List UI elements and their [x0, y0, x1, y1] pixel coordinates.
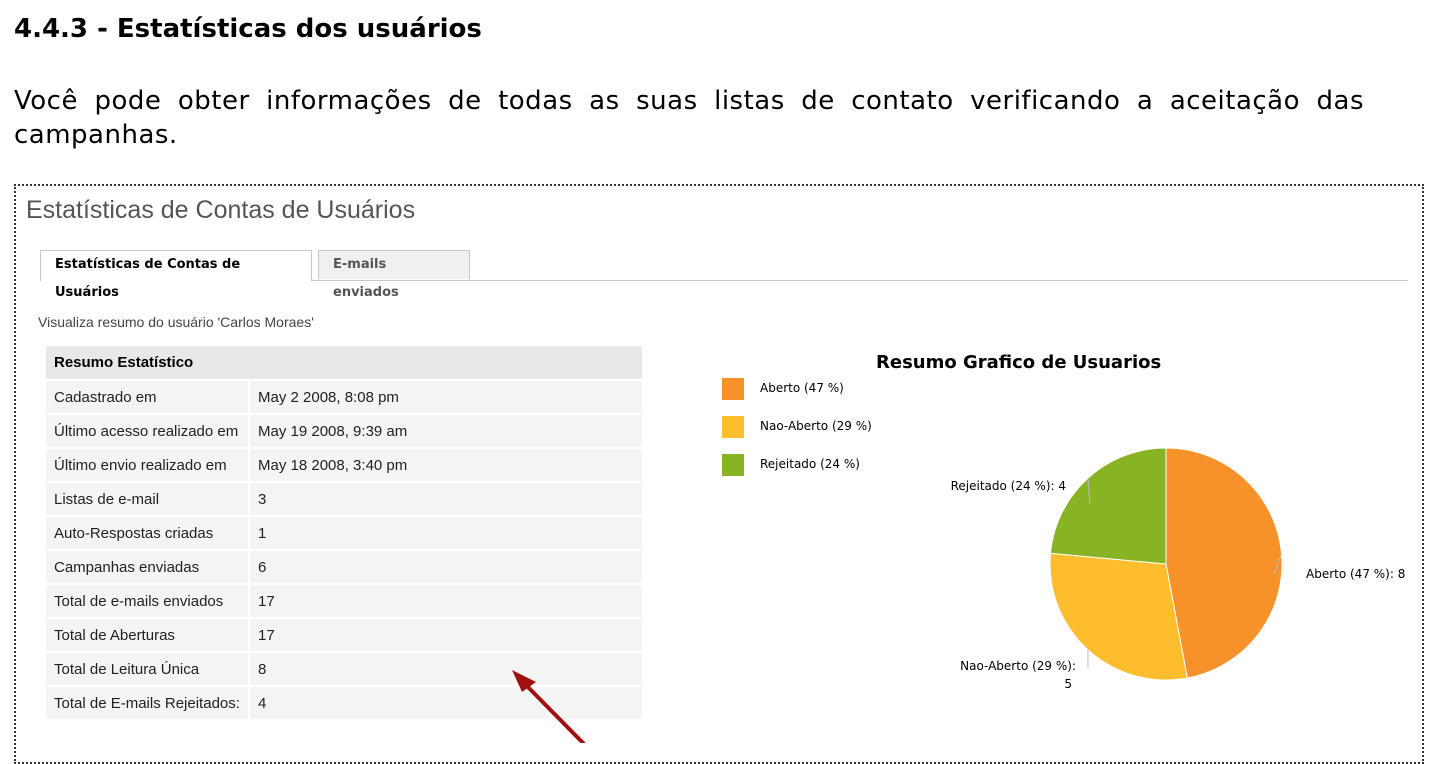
table-row: Último envio realizado emMay 18 2008, 3:… [46, 449, 642, 481]
stat-value: 8 [250, 653, 642, 685]
stat-label: Listas de e-mail [46, 483, 250, 515]
intro-paragraph: Você pode obter informações de todas as … [14, 84, 1364, 152]
pie-slice-rejeitado [1050, 448, 1166, 564]
table-row: Total de Aberturas17 [46, 619, 642, 651]
stat-label: Último acesso realizado em [46, 415, 250, 447]
tab-bar: Estatísticas de Contas de Usuários E-mai… [40, 250, 1408, 281]
stat-label: Campanhas enviadas [46, 551, 250, 583]
pie-slice-label: Nao-Aberto (29 %):5 [960, 659, 1076, 691]
table-row: Listas de e-mail3 [46, 483, 642, 515]
stat-label: Total de E-mails Rejeitados: [46, 687, 250, 719]
stat-label: Auto-Respostas criadas [46, 517, 250, 549]
stats-table-header: Resumo Estatístico [46, 346, 642, 379]
stat-label: Total de e-mails enviados [46, 585, 250, 617]
table-row: Auto-Respostas criadas1 [46, 517, 642, 549]
table-row: Campanhas enviadas6 [46, 551, 642, 583]
stat-value: 17 [250, 585, 642, 617]
user-summary-caption: Visualiza resumo do usuário 'Carlos Mora… [38, 314, 314, 330]
page-title: Estatísticas de Contas de Usuários [26, 196, 415, 225]
pie-chart-panel: Resumo Grafico de Usuarios Aberto (47 %)… [706, 346, 1406, 746]
section-heading: 4.4.3 - Estatísticas dos usuários [14, 14, 482, 44]
tab-sent-emails[interactable]: E-mails enviados [318, 250, 470, 279]
stat-value: May 18 2008, 3:40 pm [250, 449, 642, 481]
stats-summary-table: Resumo Estatístico Cadastrado emMay 2 20… [46, 344, 642, 721]
pie-slice-label: Rejeitado (24 %): 4 [951, 479, 1066, 493]
pie-slice-label: Aberto (47 %): 8 [1306, 567, 1405, 581]
table-row: Total de E-mails Rejeitados:4 [46, 687, 642, 719]
table-row: Cadastrado emMay 2 2008, 8:08 pm [46, 381, 642, 413]
stat-value: 1 [250, 517, 642, 549]
stat-label: Cadastrado em [46, 381, 250, 413]
stat-label: Total de Aberturas [46, 619, 250, 651]
stat-value: 17 [250, 619, 642, 651]
stat-label: Último envio realizado em [46, 449, 250, 481]
stat-value: May 2 2008, 8:08 pm [250, 381, 642, 413]
table-row: Total de Leitura Única8 [46, 653, 642, 685]
stat-value: 4 [250, 687, 642, 719]
tab-user-account-stats[interactable]: Estatísticas de Contas de Usuários [40, 250, 312, 281]
stat-value: 6 [250, 551, 642, 583]
stat-value: May 19 2008, 9:39 am [250, 415, 642, 447]
app-screenshot-frame: Estatísticas de Contas de Usuários Estat… [14, 184, 1424, 764]
table-row: Último acesso realizado emMay 19 2008, 9… [46, 415, 642, 447]
pie-chart: Aberto (47 %): 8 Nao-Aberto (29 %):5 Rejei… [706, 346, 1406, 746]
table-row: Total de e-mails enviados17 [46, 585, 642, 617]
stat-label: Total de Leitura Única [46, 653, 250, 685]
pie-slice-aberto [1166, 448, 1282, 678]
stat-value: 3 [250, 483, 642, 515]
